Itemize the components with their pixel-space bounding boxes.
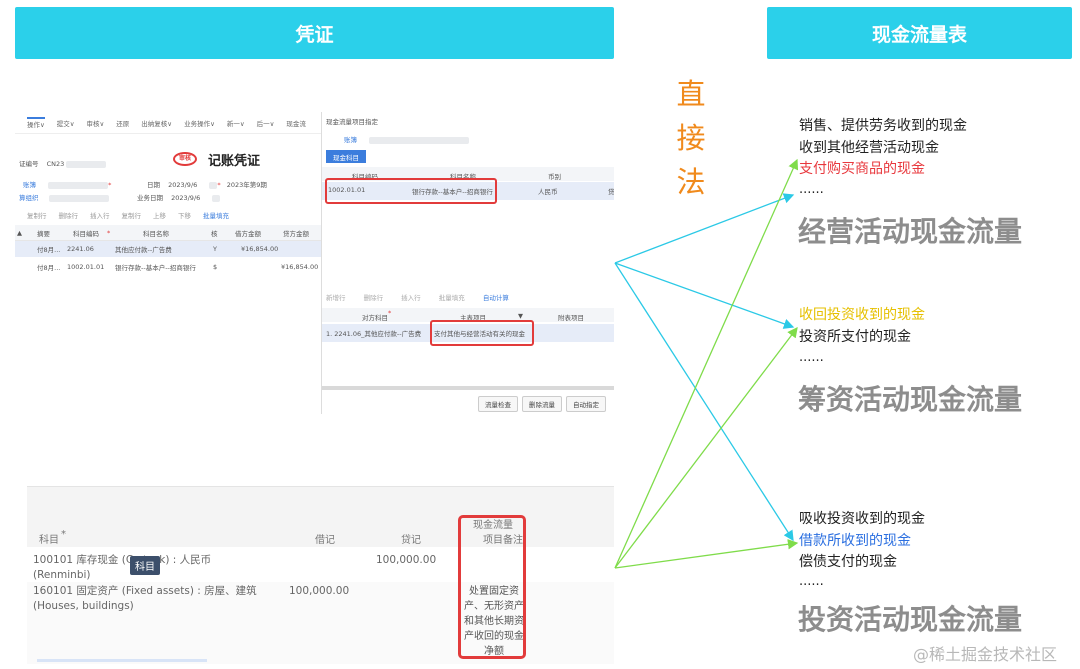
journal-screenshot: 科目 * 借记 贷记 备注 现金流量项目 100101 库存现金 (Ca tock… [27, 486, 614, 664]
subject-tooltip: 科目 [130, 556, 160, 575]
voucher-toolbar: 复制行 删除行 插入行 复制行 上移 下移 批量填充 [15, 208, 321, 222]
table-row[interactable]: 付8月... 1002.01.01 银行存款--基本户--招商银行 $ ¥16,… [15, 259, 321, 275]
delete-flow-button[interactable]: 删除流量 [522, 396, 562, 412]
tool-move-down[interactable]: 下移 [178, 210, 191, 220]
operating-total: 经营活动现金流量 [798, 215, 1023, 248]
direct-method-label: 直 接 法 [676, 77, 706, 199]
menu-restore[interactable]: 还原 [116, 118, 129, 128]
menu-business[interactable]: 业务操作∨ [184, 118, 215, 128]
row2-subject[interactable]: 160101 固定资产 (Fixed assets) : 房屋、建筑 (Hous… [33, 584, 263, 614]
tool-add-row[interactable]: 新增行 [326, 294, 346, 302]
investing-item-2: 借款所收到的现金 [799, 533, 911, 549]
dialog-toolbar: 新增行 删除行 插入行 批量填充 自动计算 [326, 292, 525, 302]
voucher-code: 证编号 CN23 [19, 158, 107, 168]
tool-auto-calc[interactable]: 自动计算 [483, 294, 509, 302]
ledger-field[interactable]: 账簿 * [23, 179, 111, 189]
dialog-buttons: 流量检查 删除流量 自动指定 [478, 396, 606, 412]
highlight-cashflow-column [458, 515, 526, 659]
watermark: @稀土掘金技术社区 [913, 645, 1058, 664]
tool-delete-row[interactable]: 删除行 [364, 294, 384, 302]
row2-debit[interactable]: 100,000.00 [289, 584, 349, 599]
arrow-top-to-investing [614, 262, 794, 542]
tool-insert-row[interactable]: 插入行 [401, 294, 421, 302]
voucher-table-header: ▲ 摘要 科目编码 * 科目名称 核 借方金额 贷方金额 [15, 225, 321, 241]
financing-total: 筹资活动现金流量 [798, 383, 1023, 416]
voucher-banner: 凭证 [15, 7, 614, 59]
tool-batch-fill[interactable]: 批量填充 [439, 294, 465, 302]
arrow-bottom-to-financing [614, 326, 798, 569]
arrow-bottom-to-investing [614, 539, 799, 569]
menu-submit[interactable]: 提交∨ [57, 118, 75, 128]
auto-assign-button[interactable]: 自动指定 [566, 396, 606, 412]
operating-item-1: 销售、提供劳务收到的现金 [799, 118, 967, 134]
cyan-arrows [614, 193, 795, 542]
horizontal-scrollbar[interactable] [37, 659, 207, 662]
date-field[interactable]: 日期 2023/9/6 * 2023年第9期 [147, 179, 267, 189]
financing-dots: ...... [799, 350, 824, 365]
operating-item-2: 收到其他经营活动现金 [799, 140, 939, 156]
menu-cashflow[interactable]: 现金流 [286, 118, 306, 128]
voucher-menubar: 操作∨ 提交∨ 审核∨ 还原 出纳复核∨ 业务操作∨ 新一∨ 后一∨ 现金流 [15, 112, 321, 134]
investing-total: 投资活动现金流量 [798, 603, 1023, 636]
tool-move-up[interactable]: 上移 [153, 210, 166, 220]
highlight-cash-subject [325, 178, 497, 204]
tool-copy-row[interactable]: 复制行 [27, 210, 47, 220]
voucher-title: 记账凭证 [208, 154, 261, 169]
dialog-ledger: 账簿 [344, 134, 470, 144]
arrow-top-to-operating [614, 193, 795, 264]
menu-new[interactable]: 新一∨ [227, 118, 245, 128]
highlight-main-item [430, 320, 534, 346]
arrow-top-to-financing [614, 262, 795, 329]
sort-icon: ▲ [17, 228, 22, 237]
cashflow-banner: 现金流量表 [767, 7, 1072, 59]
investing-item-1: 吸收投资收到的现金 [799, 511, 925, 527]
investing-dots: ...... [799, 574, 824, 589]
menu-audit[interactable]: 审核∨ [87, 118, 105, 128]
investing-item-3: 偿债支付的现金 [799, 554, 897, 570]
horizontal-scrollbar[interactable] [322, 386, 614, 390]
tool-insert-row[interactable]: 插入行 [90, 210, 110, 220]
financing-item-1: 收回投资收到的现金 [799, 307, 925, 323]
operating-dots: ...... [799, 182, 824, 197]
org-field[interactable]: 算组织 [19, 192, 109, 202]
voucher-screenshot: 操作∨ 提交∨ 审核∨ 还原 出纳复核∨ 业务操作∨ 新一∨ 后一∨ 现金流 证… [15, 112, 614, 414]
audit-stamp: 审核 [173, 152, 197, 166]
table-row[interactable]: 付8月... 2241.06 其他应付款--广告费 Y ¥16,854.00 [15, 241, 321, 257]
operating-item-3: 支付购买商品的现金 [799, 161, 925, 177]
filter-icon[interactable]: ▼ [518, 312, 523, 320]
menu-cashier-review[interactable]: 出纳复核∨ [141, 118, 172, 128]
row1-credit[interactable]: 100,000.00 [376, 553, 436, 568]
menu-next[interactable]: 后一∨ [257, 118, 275, 128]
menu-operate[interactable]: 操作∨ [27, 116, 45, 129]
cashflow-assign-dialog: 现金流量项目指定 账簿 现金科目 科目编码 科目名称 币别 1002.01.01… [321, 112, 614, 414]
tool-delete-row[interactable]: 删除行 [59, 210, 79, 220]
tab-cash-subject[interactable]: 现金科目 [326, 150, 366, 163]
tool-batch-fill[interactable]: 批量填充 [203, 210, 229, 220]
biz-date-field[interactable]: 业务日期 2023/9/6 [137, 192, 221, 202]
tool-copy-row-2[interactable]: 复制行 [122, 210, 142, 220]
green-arrows [614, 158, 799, 569]
flow-check-button[interactable]: 流量检查 [478, 396, 518, 412]
financing-item-2: 投资所支付的现金 [799, 329, 911, 345]
dialog-title: 现金流量项目指定 [326, 118, 378, 126]
arrow-bottom-to-operating [614, 158, 799, 569]
